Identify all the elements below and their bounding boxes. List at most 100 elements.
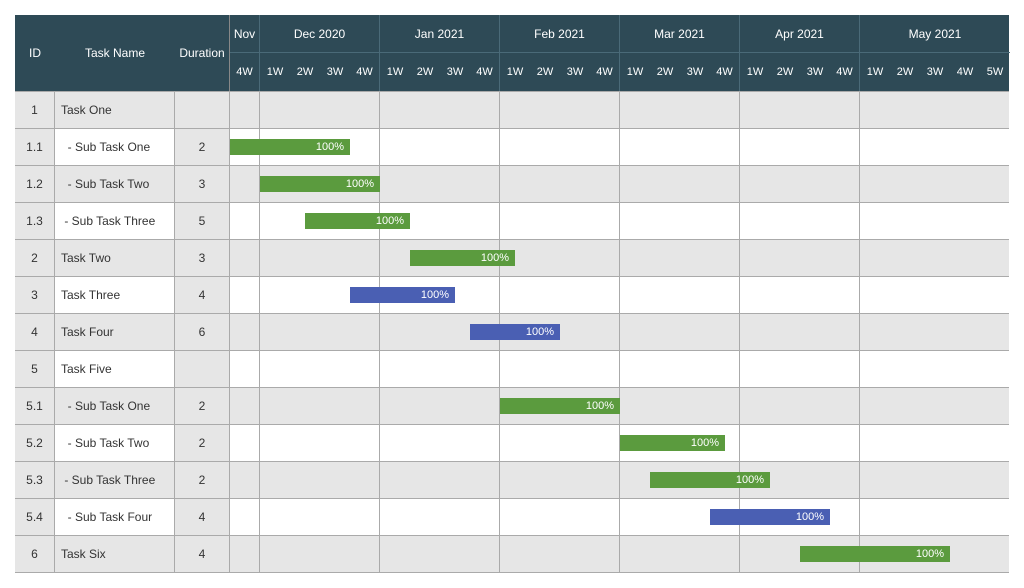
cell-name: - Sub Task Two [55,425,175,461]
week-slot [740,129,770,165]
week-slot [260,536,290,572]
week-slot [620,351,650,387]
week-cell: 2W [890,53,920,91]
week-slot [380,499,410,535]
week-slot [680,277,710,313]
week-slot [980,425,1010,461]
week-slot [980,203,1010,239]
week-slot [650,203,680,239]
week-slot [620,92,650,128]
week-slot [740,277,770,313]
week-slot [890,388,920,424]
week-slot [470,203,500,239]
week-slot [950,92,980,128]
week-slot [830,351,860,387]
week-slot [470,425,500,461]
week-slot [440,129,470,165]
week-slot [290,351,320,387]
task-bar: 100% [260,176,380,192]
task-row: 2Task Two3100% [15,239,1009,276]
week-slot [890,240,920,276]
week-slot [590,462,620,498]
week-slot [740,388,770,424]
week-slot [800,92,830,128]
week-slot [260,92,290,128]
week-slot [530,166,560,202]
week-slot [680,203,710,239]
week-slot [410,92,440,128]
week-slot [530,277,560,313]
week-slot [770,314,800,350]
week-slot [290,388,320,424]
week-slot [950,462,980,498]
week-slot [290,240,320,276]
week-cell: 1W [260,53,290,91]
task-row: 4Task Four6100% [15,313,1009,350]
timeline-header: NovDec 2020Jan 2021Feb 2021Mar 2021Apr 2… [230,15,1010,91]
week-slot [980,277,1010,313]
week-slot [890,129,920,165]
week-slot [590,351,620,387]
cell-duration: 5 [175,203,230,239]
cell-duration: 4 [175,499,230,535]
task-row: 3Task Three4100% [15,276,1009,313]
week-slot [890,462,920,498]
timeline: 100% [230,203,1010,239]
week-slot [800,129,830,165]
week-slot [920,277,950,313]
week-slot [380,92,410,128]
week-slot [500,92,530,128]
week-slot [860,425,890,461]
week-slot [980,536,1010,572]
week-cell: 4W [230,53,260,91]
cell-name: Task One [55,92,175,128]
week-slot [620,240,650,276]
week-slot [230,203,260,239]
cell-duration: 2 [175,425,230,461]
week-slot [530,462,560,498]
week-slot [650,351,680,387]
week-slot [680,129,710,165]
timeline [230,92,1010,128]
week-slot [920,240,950,276]
week-slot [920,92,950,128]
week-slot [380,129,410,165]
week-slot [860,166,890,202]
week-slot [680,351,710,387]
week-slot [950,425,980,461]
task-row: 1.2 - Sub Task Two3100% [15,165,1009,202]
week-slot [890,351,920,387]
week-slot [230,388,260,424]
cell-name: Task Two [55,240,175,276]
week-slot [860,92,890,128]
timeline: 100% [230,277,1010,313]
week-slot [590,499,620,535]
week-slot [410,129,440,165]
week-slot [350,425,380,461]
week-slot [980,499,1010,535]
week-slot [470,499,500,535]
week-slot [530,203,560,239]
week-cell: 3W [920,53,950,91]
week-slot [230,462,260,498]
week-slot [980,462,1010,498]
week-slot [830,129,860,165]
week-slot [890,314,920,350]
week-slot [920,388,950,424]
week-slot [770,277,800,313]
week-cell: 3W [680,53,710,91]
week-slot [410,166,440,202]
week-slot [470,462,500,498]
week-slot [890,277,920,313]
week-slot [230,277,260,313]
week-slot [350,240,380,276]
week-slot [950,129,980,165]
week-slot [560,425,590,461]
week-cell: 4W [470,53,500,91]
week-slot [290,92,320,128]
week-slot [620,499,650,535]
week-slot [770,203,800,239]
week-slot [980,129,1010,165]
week-slot [860,499,890,535]
week-slot [440,388,470,424]
